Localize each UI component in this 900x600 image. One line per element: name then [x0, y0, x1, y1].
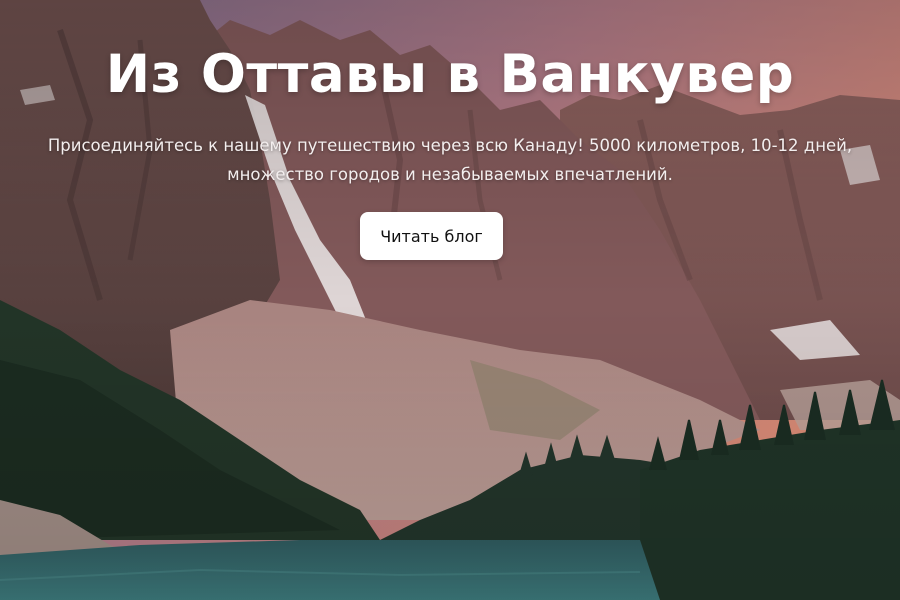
hero-title: Из Оттавы в Ванкувер [105, 44, 795, 105]
hero-section: Из Оттавы в Ванкувер Присоединяйтесь к н… [0, 0, 900, 600]
hero-subtitle: Присоединяйтесь к нашему путешествию чер… [47, 136, 853, 184]
read-blog-button[interactable]: Читать блог [360, 212, 503, 260]
